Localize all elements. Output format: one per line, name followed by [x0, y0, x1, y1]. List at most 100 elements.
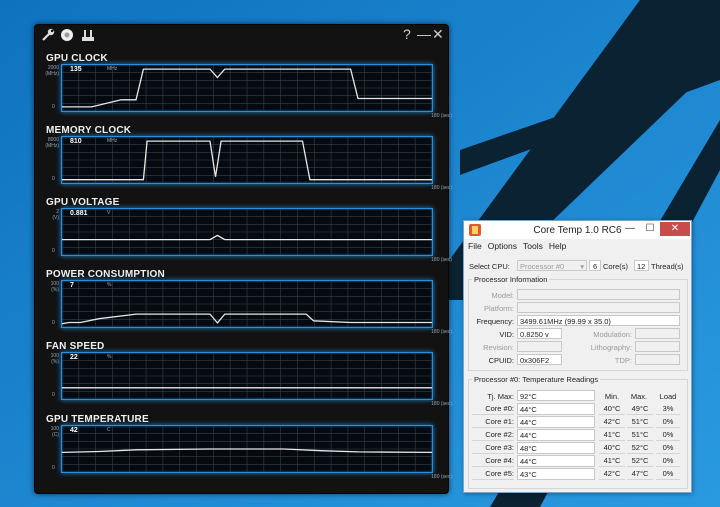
- cpuid-label: CPUID:: [488, 356, 514, 365]
- threads-count: 12: [634, 260, 649, 271]
- y-axis-min: 0: [52, 104, 55, 110]
- core-load: 0%: [656, 442, 680, 454]
- core-temp-window: Core Temp 1.0 RC6 — ☐ ✕ File Options Too…: [463, 220, 692, 493]
- core-name: Core #5:: [472, 468, 514, 480]
- core-name: Core #3:: [472, 442, 514, 454]
- core-min: 42°C: [599, 468, 625, 480]
- y-axis-min: 0: [52, 248, 55, 254]
- core-load: 3%: [656, 403, 680, 415]
- model-label: Model:: [491, 291, 514, 300]
- tdp-label: TDP:: [614, 356, 632, 365]
- graph-panel: 810 MHz 180 (sec): [61, 136, 452, 191]
- time-span-label: 180 (sec): [431, 329, 452, 335]
- core-max: 52°C: [627, 442, 653, 454]
- gpu-monitor-titlebar[interactable]: ? — ✕: [35, 25, 448, 45]
- revision-field: [517, 341, 562, 352]
- core-min: 42°C: [599, 416, 625, 428]
- platform-label: Platform:: [483, 304, 514, 313]
- help-button[interactable]: ?: [403, 26, 411, 42]
- y-axis-max: 2 (V): [43, 209, 59, 221]
- graph-plot: [62, 209, 432, 255]
- tjmax-label: Tj. Max:: [487, 392, 514, 401]
- revision-label: Revision:: [483, 343, 514, 352]
- camera-icon[interactable]: [59, 27, 75, 43]
- core-temp: 44°C: [517, 416, 595, 428]
- core-load: 0%: [656, 416, 680, 428]
- minimize-button[interactable]: —: [417, 26, 431, 42]
- core-max: 47°C: [627, 468, 653, 480]
- time-span-label: 180 (sec): [431, 257, 452, 263]
- core-temp: 43°C: [517, 468, 595, 480]
- graph-panel: 135 MHz 180 (sec): [61, 64, 452, 119]
- cpu-select[interactable]: Processor #0 ▾: [517, 260, 587, 271]
- current-unit: %: [107, 282, 112, 288]
- current-value: 42: [70, 427, 78, 434]
- y-axis-min: 0: [52, 176, 55, 182]
- max-header: Max.: [630, 392, 648, 401]
- core-max: 51°C: [627, 416, 653, 428]
- core-temp: 44°C: [517, 455, 595, 467]
- menu-options[interactable]: Options: [488, 241, 517, 251]
- core-max: 52°C: [627, 455, 653, 467]
- chevron-down-icon: ▾: [580, 262, 584, 271]
- modulation-field: [635, 328, 680, 339]
- y-axis-max: 8000 (MHz): [43, 137, 59, 149]
- section-title: MEMORY CLOCK: [46, 125, 132, 136]
- graph-plot: [62, 353, 432, 399]
- current-unit: MHz: [107, 66, 118, 72]
- y-axis-unit: (MHz): [45, 143, 59, 149]
- cpu-select-value: Processor #0: [520, 262, 565, 271]
- core-min: 41°C: [599, 455, 625, 467]
- y-axis-unit: (V): [52, 215, 59, 221]
- y-axis-max: 2000 (MHz): [43, 65, 59, 77]
- y-axis-max: 100 (%): [43, 281, 59, 293]
- y-axis-unit: (C): [52, 432, 59, 438]
- wrench-icon[interactable]: [40, 27, 56, 43]
- graph-panel: 42 C 180 (sec): [61, 425, 452, 480]
- close-button[interactable]: ✕: [660, 222, 690, 236]
- frequency-label: Frequency:: [476, 317, 514, 326]
- minimize-button[interactable]: —: [620, 222, 640, 236]
- load-header: Load: [659, 392, 677, 401]
- current-unit: C: [107, 427, 111, 433]
- processor-info-title: Processor Information: [472, 275, 550, 284]
- close-button[interactable]: ✕: [432, 26, 444, 42]
- menu-tools[interactable]: Tools: [523, 241, 543, 251]
- current-value: 135: [70, 66, 82, 73]
- y-axis-unit: (%): [51, 359, 59, 365]
- menu-file[interactable]: File: [468, 241, 482, 251]
- section-title: POWER CONSUMPTION: [46, 269, 165, 280]
- menu-help[interactable]: Help: [549, 241, 566, 251]
- core-name: Core #1:: [472, 416, 514, 428]
- y-axis-max: 100 (%): [43, 353, 59, 365]
- y-axis-min: 0: [52, 320, 55, 326]
- current-unit: %: [107, 354, 112, 360]
- core-min: 40°C: [599, 403, 625, 415]
- current-unit: MHz: [107, 138, 118, 144]
- core-temp: 44°C: [517, 403, 595, 415]
- core-load: 0%: [656, 455, 680, 467]
- current-unit: V: [107, 210, 111, 216]
- select-cpu-label: Select CPU:: [469, 262, 510, 271]
- y-axis-max: 100 (C): [43, 426, 59, 438]
- graph-plot: [62, 426, 432, 472]
- graph-panel: 22% 180 (sec): [61, 352, 452, 407]
- model-field: [517, 289, 680, 300]
- maximize-button[interactable]: ☐: [640, 222, 660, 236]
- modulation-label: Modulation:: [593, 330, 632, 339]
- core-name: Core #2:: [472, 429, 514, 441]
- core-name: Core #0:: [472, 403, 514, 415]
- cores-count: 6: [589, 260, 601, 271]
- section-title: GPU TEMPERATURE: [46, 414, 149, 425]
- monitor-toggle-icon[interactable]: [80, 27, 96, 43]
- y-axis-unit: (MHz): [45, 71, 59, 77]
- menu-bar: File Options Tools Help: [468, 241, 566, 251]
- core-max: 51°C: [627, 429, 653, 441]
- graph-panel: 0.881 V 180 (sec): [61, 208, 452, 263]
- time-span-label: 180 (sec): [431, 401, 452, 407]
- cpuid-field: 0x306F2: [517, 354, 562, 365]
- platform-field: [517, 302, 680, 313]
- time-span-label: 180 (sec): [431, 185, 452, 191]
- core-min: 41°C: [599, 429, 625, 441]
- core-temp-titlebar[interactable]: Core Temp 1.0 RC6 — ☐ ✕: [464, 221, 691, 239]
